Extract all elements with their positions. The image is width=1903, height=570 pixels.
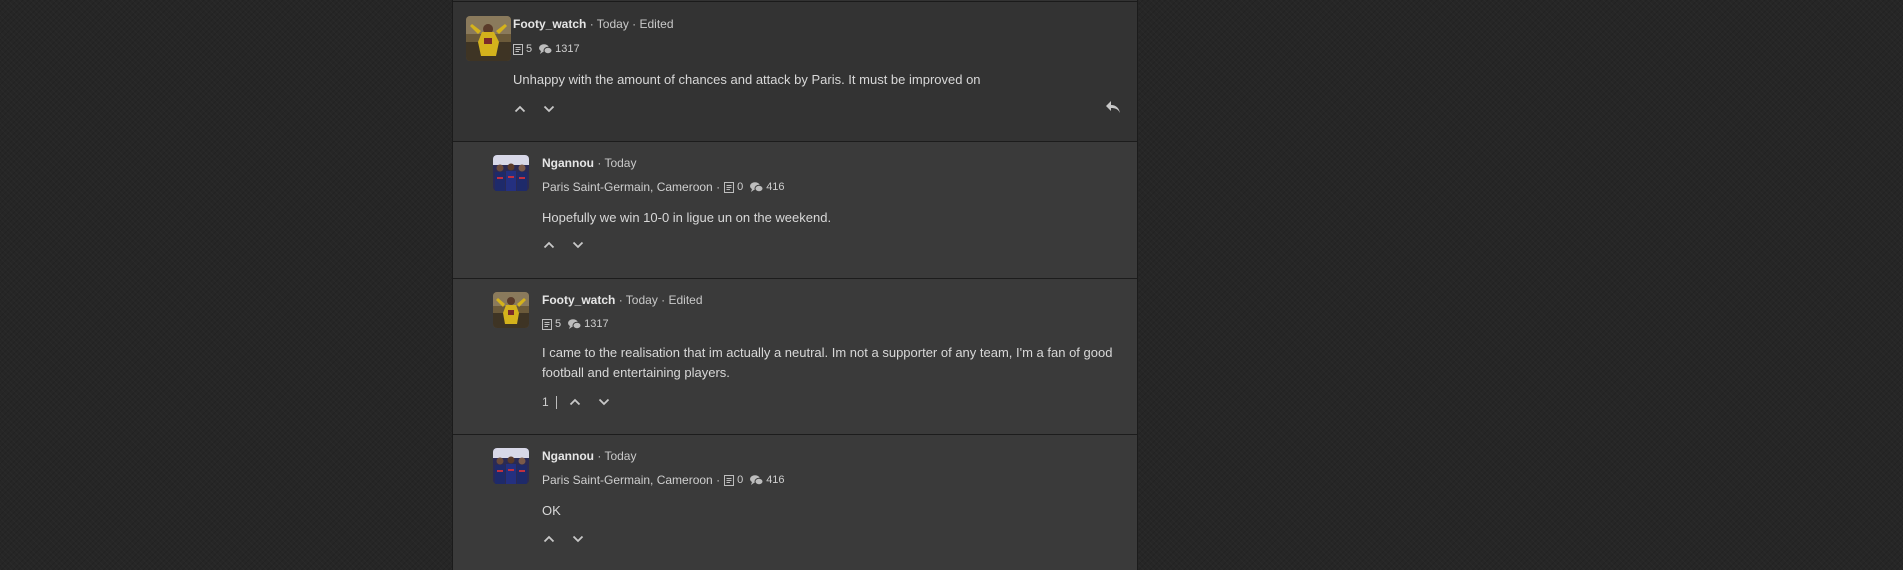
comment-reply: Ngannou · Today Paris Saint-Germain, Cam…	[453, 142, 1137, 278]
posts-count: 0	[737, 181, 744, 193]
chat-bubbles-icon	[750, 181, 764, 193]
comment-body: I came to the realisation that im actual…	[542, 345, 1113, 380]
username[interactable]: Ngannou	[542, 156, 594, 170]
comment-meta: · Today	[597, 449, 637, 463]
chevron-down-icon	[572, 535, 584, 543]
comments-stat: 416	[750, 473, 785, 487]
player-red-kit-avatar-icon	[466, 16, 511, 61]
chevron-up-icon	[569, 398, 580, 406]
posts-count: 5	[555, 318, 562, 330]
vote-count: 1	[542, 395, 549, 409]
chat-bubbles-icon	[539, 43, 553, 55]
reply-arrow-icon	[1106, 101, 1120, 113]
posts-stat: 5	[542, 317, 561, 331]
comments-stat: 1317	[568, 317, 609, 331]
downvote-button[interactable]	[541, 101, 557, 117]
article-icon	[542, 318, 552, 330]
downvote-button[interactable]	[596, 394, 612, 410]
reply-button[interactable]	[1105, 100, 1123, 116]
comment-thread: Footy_watch · Today · Edited 5 1317 Unha…	[452, 0, 1138, 570]
username[interactable]: Footy_watch	[513, 17, 586, 31]
divider	[555, 395, 557, 409]
user-affiliation: Paris Saint-Germain, Cameroon ·	[542, 473, 721, 487]
comment-reply: Footy_watch · Today · Edited 5 1317 I ca…	[453, 279, 1137, 434]
downvote-button[interactable]	[570, 531, 586, 547]
comment-meta: · Today · Edited	[618, 293, 703, 307]
chat-bubbles-icon	[750, 474, 764, 486]
comment-body: OK	[542, 503, 561, 518]
user-affiliation: Paris Saint-Germain, Cameroon ·	[542, 180, 721, 194]
username[interactable]: Footy_watch	[542, 293, 615, 307]
chevron-down-icon	[543, 105, 555, 113]
posts-count: 0	[737, 474, 744, 486]
comment-meta: · Today	[597, 156, 637, 170]
comments-count: 416	[766, 181, 785, 193]
chat-bubbles-icon	[568, 318, 582, 330]
downvote-button[interactable]	[570, 237, 586, 253]
posts-stat: 5	[513, 42, 532, 56]
team-players-avatar-icon	[493, 448, 529, 484]
comments-stat: 1317	[539, 42, 580, 56]
comments-stat: 416	[750, 180, 785, 194]
vote-controls: 1	[542, 394, 625, 410]
comments-count: 416	[766, 474, 785, 486]
posts-stat: 0	[724, 180, 743, 194]
chevron-down-icon	[598, 398, 609, 406]
avatar[interactable]	[493, 292, 529, 328]
avatar[interactable]	[493, 448, 529, 484]
article-icon	[513, 43, 523, 55]
vote-controls	[541, 237, 599, 253]
upvote-button[interactable]	[512, 101, 528, 117]
chevron-down-icon	[572, 241, 584, 249]
chevron-up-icon	[543, 241, 555, 249]
chevron-up-icon	[514, 105, 526, 113]
team-players-avatar-icon	[493, 155, 529, 191]
avatar[interactable]	[466, 16, 511, 61]
comment-body: Hopefully we win 10-0 in ligue un on the…	[542, 210, 832, 225]
vote-controls	[512, 101, 570, 117]
vote-controls	[541, 531, 599, 547]
posts-stat: 0	[724, 473, 743, 487]
upvote-button[interactable]	[541, 237, 557, 253]
upvote-button[interactable]	[541, 531, 557, 547]
comment-meta: · Today · Edited	[589, 17, 674, 31]
comments-count: 1317	[555, 43, 580, 55]
avatar[interactable]	[493, 155, 529, 191]
comments-count: 1317	[584, 318, 609, 330]
comment-reply: Ngannou · Today Paris Saint-Germain, Cam…	[453, 435, 1137, 570]
chevron-up-icon	[543, 535, 555, 543]
player-red-kit-avatar-icon	[493, 292, 529, 328]
article-icon	[724, 181, 735, 193]
upvote-button[interactable]	[567, 394, 583, 410]
comment: Footy_watch · Today · Edited 5 1317 Unha…	[453, 2, 1137, 141]
comment-body: Unhappy with the amount of chances and a…	[513, 72, 981, 87]
article-icon	[724, 474, 735, 486]
username[interactable]: Ngannou	[542, 449, 594, 463]
posts-count: 5	[526, 43, 533, 55]
